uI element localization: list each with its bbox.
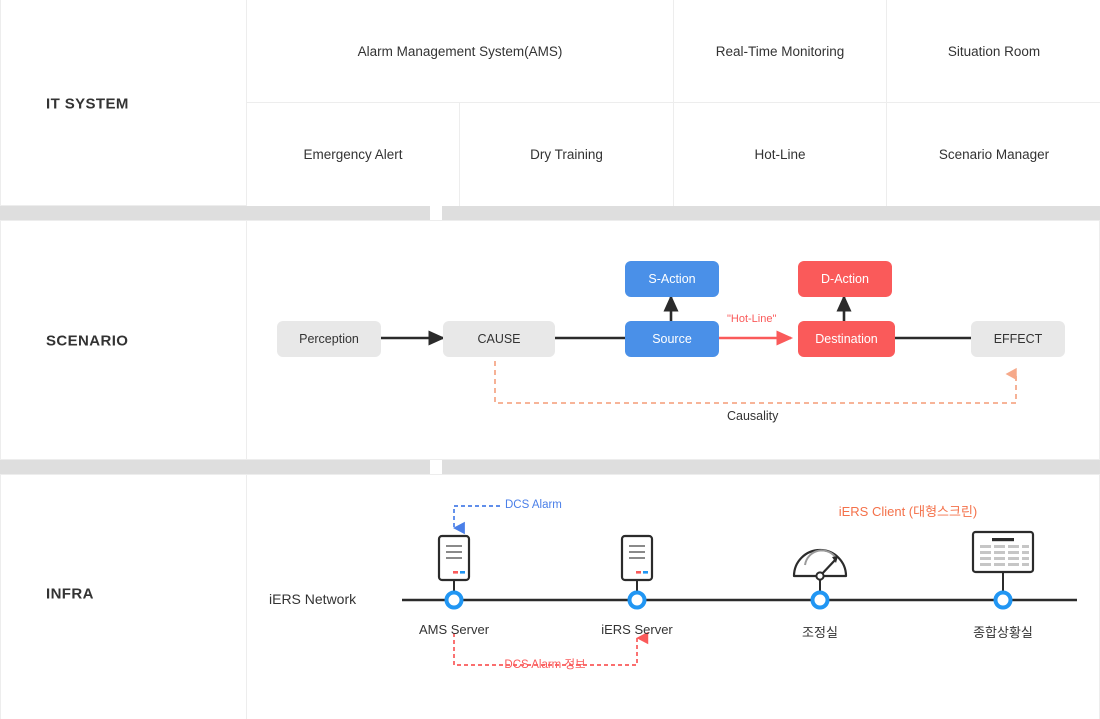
scenario-node-destination[interactable]: Destination — [798, 321, 895, 357]
scenario-edge-label-hotline: "Hot-Line" — [727, 313, 777, 325]
scenario-node-effect[interactable]: EFFECT — [971, 321, 1065, 357]
row-label-it-system: IT SYSTEM — [1, 0, 247, 205]
it-cell-hot-line[interactable]: Hot-Line — [674, 103, 887, 206]
divider-scenario-infra — [0, 460, 1100, 474]
infra-annotation-dcs-alarm: DCS Alarm — [505, 499, 562, 511]
row-label-infra: INFRA — [1, 475, 247, 719]
display-board-icon — [971, 530, 1035, 574]
scenario-node-source[interactable]: Source — [625, 321, 719, 357]
scenario-node-perception[interactable]: Perception — [277, 321, 381, 357]
it-cell-emergency-alert[interactable]: Emergency Alert — [247, 103, 460, 206]
infra-node-label-iers-server: iERS Server — [601, 622, 673, 637]
it-cell-scenario-manager[interactable]: Scenario Manager — [887, 103, 1100, 206]
diagram-page: IT SYSTEM Alarm Management System(AMS) R… — [0, 0, 1100, 719]
section-infra: INFRA iERS Network AMS Server iERS Serve… — [0, 474, 1100, 719]
infra-annotation-dcs-alarm-info: DCS Alarm 정보 — [504, 659, 586, 671]
infra-network-label: iERS Network — [269, 591, 357, 607]
section-it-system: IT SYSTEM Alarm Management System(AMS) R… — [0, 0, 1100, 206]
row-label-text-infra: INFRA — [46, 585, 94, 603]
infra-network: iERS Network AMS Server iERS Server 조정실 … — [247, 475, 1099, 719]
it-system-grid: Alarm Management System(AMS) Real-Time M… — [247, 0, 1100, 206]
divider-it-system-scenario — [0, 206, 1100, 220]
divider-notch — [430, 460, 442, 474]
server-icon — [620, 534, 654, 582]
network-node-dot — [627, 590, 647, 610]
infra-node-label-control-room: 조정실 — [802, 625, 838, 640]
network-node-dot — [810, 590, 830, 610]
scenario-node-d-action[interactable]: D-Action — [798, 261, 892, 297]
section-scenario: SCENARIO Perception CAUSE S-Action Sourc… — [0, 220, 1100, 460]
infra-annotation-iers-client: iERS Client (대형스크린) — [838, 504, 978, 519]
infra-node-label-ams-server: AMS Server — [418, 622, 490, 637]
row-label-scenario: SCENARIO — [1, 221, 247, 459]
scenario-flow: Perception CAUSE S-Action Source D-Actio… — [247, 221, 1099, 459]
scenario-node-s-action[interactable]: S-Action — [625, 261, 719, 297]
it-cell-situation-room[interactable]: Situation Room — [887, 0, 1100, 103]
network-node-dot — [993, 590, 1013, 610]
row-label-text-scenario: SCENARIO — [46, 332, 129, 350]
gauge-icon — [792, 548, 848, 581]
scenario-node-cause[interactable]: CAUSE — [443, 321, 555, 357]
row-label-text-it-system: IT SYSTEM — [46, 95, 129, 113]
scenario-edge-label-causality: Causality — [727, 409, 779, 423]
infra-node-label-situation-room: 종합상황실 — [973, 625, 1033, 640]
network-node-dot — [444, 590, 464, 610]
it-cell-dry-training[interactable]: Dry Training — [460, 103, 674, 206]
server-icon — [437, 534, 471, 582]
divider-notch — [430, 206, 442, 220]
it-cell-alarm-management-system[interactable]: Alarm Management System(AMS) — [247, 0, 674, 103]
it-cell-real-time-monitoring[interactable]: Real-Time Monitoring — [674, 0, 887, 103]
